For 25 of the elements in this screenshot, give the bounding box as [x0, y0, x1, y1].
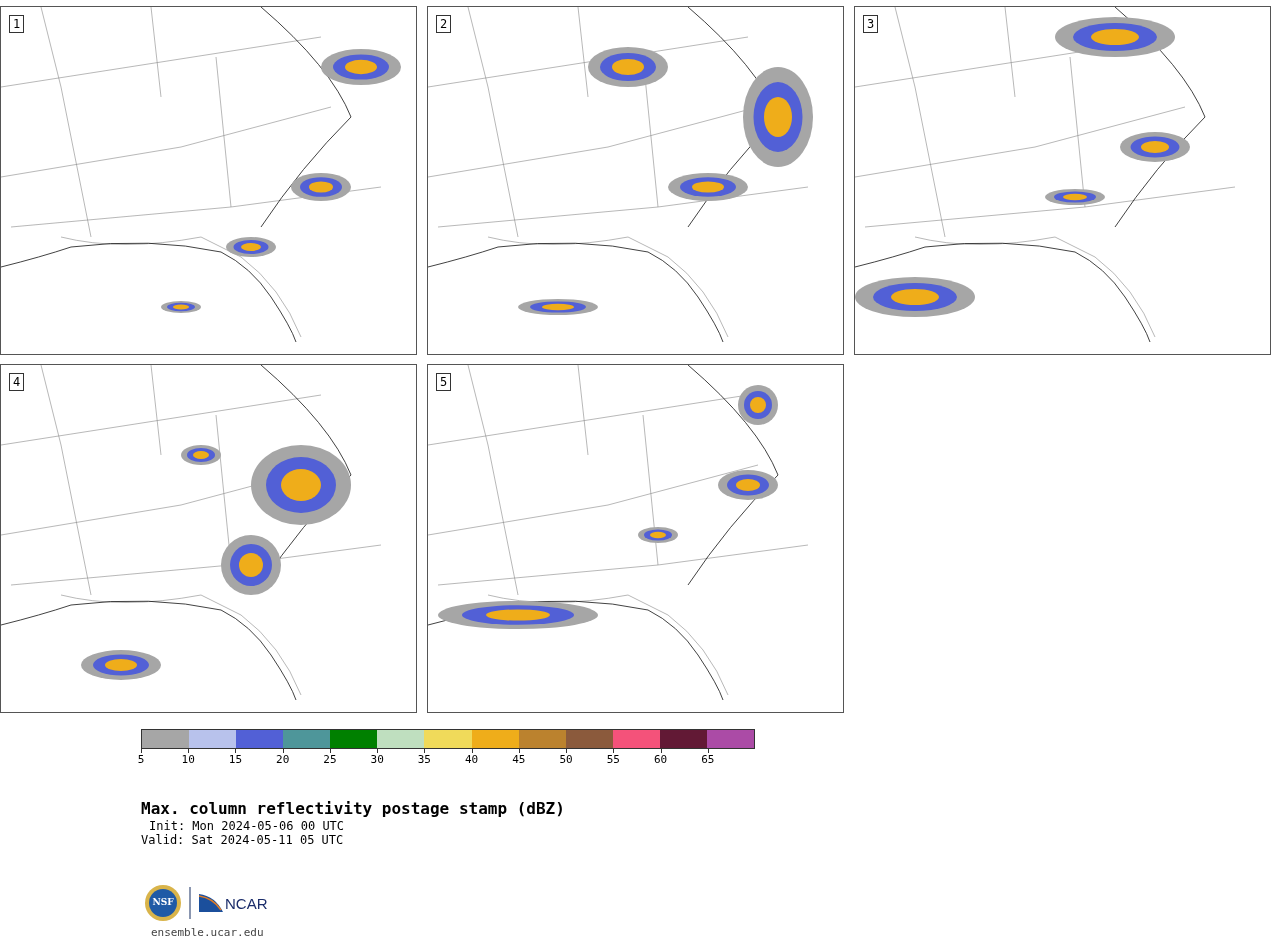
tick-label: 65 [701, 754, 715, 766]
panel-number: 3 [863, 15, 879, 33]
nsf-logo: NSF [145, 885, 181, 921]
swoosh-icon [199, 894, 223, 912]
tick-label: 60 [653, 754, 668, 766]
tick-label: 5 [137, 754, 145, 766]
tick-label: 10 [181, 754, 195, 766]
tick-label: 45 [512, 754, 526, 766]
tick-label: 50 [559, 754, 573, 766]
panel-number: 5 [436, 373, 452, 391]
site-url: ensemble.ucar.edu [150, 925, 264, 936]
panel-number: 4 [9, 373, 25, 391]
valid-time: Valid: Sat 2024-05-11 05 UTC [141, 833, 344, 847]
tick-label: 35 [417, 754, 431, 766]
tick-label: 30 [370, 754, 384, 766]
init-time: Init: Mon 2024-05-06 00 UTC [148, 819, 345, 833]
tick-label: 40 [465, 754, 479, 766]
panel-number: 2 [436, 15, 452, 33]
ncar-logo: NCAR [199, 894, 268, 912]
tick-label: 25 [323, 754, 337, 766]
tick-label: 20 [276, 754, 290, 766]
tick-label: 15 [228, 754, 243, 766]
chart-title: Max. column reflectivity postage stamp (dBZ) [141, 799, 566, 819]
panel-number: 1 [9, 15, 25, 33]
tick-label: 55 [606, 754, 620, 766]
